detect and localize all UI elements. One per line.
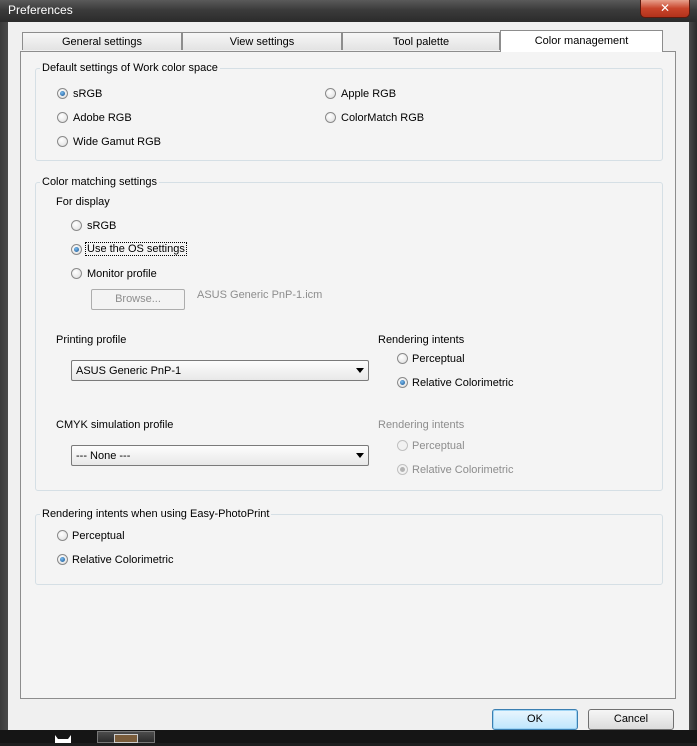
window-frame-right	[689, 22, 697, 743]
taskbar-thumbnail[interactable]	[97, 731, 155, 743]
chevron-down-icon	[356, 368, 364, 373]
work-apple-rgb-radio[interactable]	[325, 88, 336, 99]
work-color-space-group-label: Default settings of Work color space	[40, 62, 220, 74]
monitor-profile-filename: ASUS Generic PnP-1.icm	[197, 289, 323, 301]
tab-general-settings[interactable]: General settings	[22, 32, 182, 50]
cmyk-rendering-intents-label: Rendering intents	[378, 419, 465, 431]
color-matching-group-label: Color matching settings	[40, 176, 159, 188]
epp-relative-colorimetric-label[interactable]: Relative Colorimetric	[72, 554, 173, 566]
display-monitor-profile-radio[interactable]	[71, 268, 82, 279]
print-relative-colorimetric-label[interactable]: Relative Colorimetric	[412, 377, 513, 389]
work-adobe-rgb-label[interactable]: Adobe RGB	[73, 112, 132, 124]
epp-perceptual-label[interactable]: Perceptual	[72, 530, 125, 542]
tab-color-management[interactable]: Color management	[500, 30, 663, 52]
window-frame-left	[0, 22, 8, 743]
tab-view-settings[interactable]: View settings	[182, 32, 342, 50]
print-perceptual-radio[interactable]	[397, 353, 408, 364]
work-apple-rgb-label[interactable]: Apple RGB	[341, 88, 396, 100]
tab-tool-palette[interactable]: Tool palette	[342, 32, 500, 50]
printing-profile-label: Printing profile	[56, 334, 127, 346]
display-os-settings-focus[interactable]: Use the OS settings	[85, 242, 187, 256]
work-srgb-radio[interactable]	[57, 88, 68, 99]
easy-photoprint-group-label: Rendering intents when using Easy-PhotoP…	[40, 508, 272, 520]
title-bar[interactable]	[0, 0, 697, 23]
printing-profile-value: ASUS Generic PnP-1	[76, 365, 182, 377]
display-srgb-radio[interactable]	[71, 220, 82, 231]
cmyk-perceptual-radio[interactable]	[397, 440, 408, 451]
display-os-settings-label[interactable]: Use the OS settings	[85, 242, 187, 256]
cat-icon[interactable]	[52, 731, 74, 743]
epp-perceptual-radio[interactable]	[57, 530, 68, 541]
printing-profile-dropdown[interactable]: ASUS Generic PnP-1	[71, 360, 369, 381]
thumbnail-image-icon	[114, 734, 138, 743]
work-adobe-rgb-radio[interactable]	[57, 112, 68, 123]
print-relative-colorimetric-radio[interactable]	[397, 377, 408, 388]
work-wide-gamut-rgb-label[interactable]: Wide Gamut RGB	[73, 136, 161, 148]
work-wide-gamut-rgb-radio[interactable]	[57, 136, 68, 147]
display-srgb-label[interactable]: sRGB	[87, 220, 116, 232]
cmyk-profile-label: CMYK simulation profile	[56, 419, 174, 431]
ok-button[interactable]: OK	[492, 709, 578, 730]
display-os-settings-radio[interactable]	[71, 244, 82, 255]
display-monitor-profile-label[interactable]: Monitor profile	[87, 268, 157, 280]
work-colormatch-rgb-label[interactable]: ColorMatch RGB	[341, 112, 424, 124]
work-srgb-label[interactable]: sRGB	[73, 88, 102, 100]
browse-button[interactable]: Browse...	[91, 289, 185, 310]
print-perceptual-label[interactable]: Perceptual	[412, 353, 465, 365]
cmyk-relative-colorimetric-radio[interactable]	[397, 464, 408, 475]
cmyk-profile-dropdown[interactable]: --- None ---	[71, 445, 369, 466]
cmyk-perceptual-label[interactable]: Perceptual	[412, 440, 465, 452]
chevron-down-icon	[356, 453, 364, 458]
cmyk-profile-value: --- None ---	[76, 450, 131, 462]
cmyk-relative-colorimetric-label[interactable]: Relative Colorimetric	[412, 464, 513, 476]
for-display-label: For display	[56, 196, 110, 208]
easy-photoprint-group	[35, 514, 663, 585]
window-title: Preferences	[8, 3, 73, 17]
cancel-button[interactable]: Cancel	[588, 709, 674, 730]
rendering-intents-label: Rendering intents	[378, 334, 465, 346]
close-button[interactable]: ✕	[640, 0, 690, 18]
epp-relative-colorimetric-radio[interactable]	[57, 554, 68, 565]
close-icon: ✕	[659, 1, 671, 15]
work-colormatch-rgb-radio[interactable]	[325, 112, 336, 123]
